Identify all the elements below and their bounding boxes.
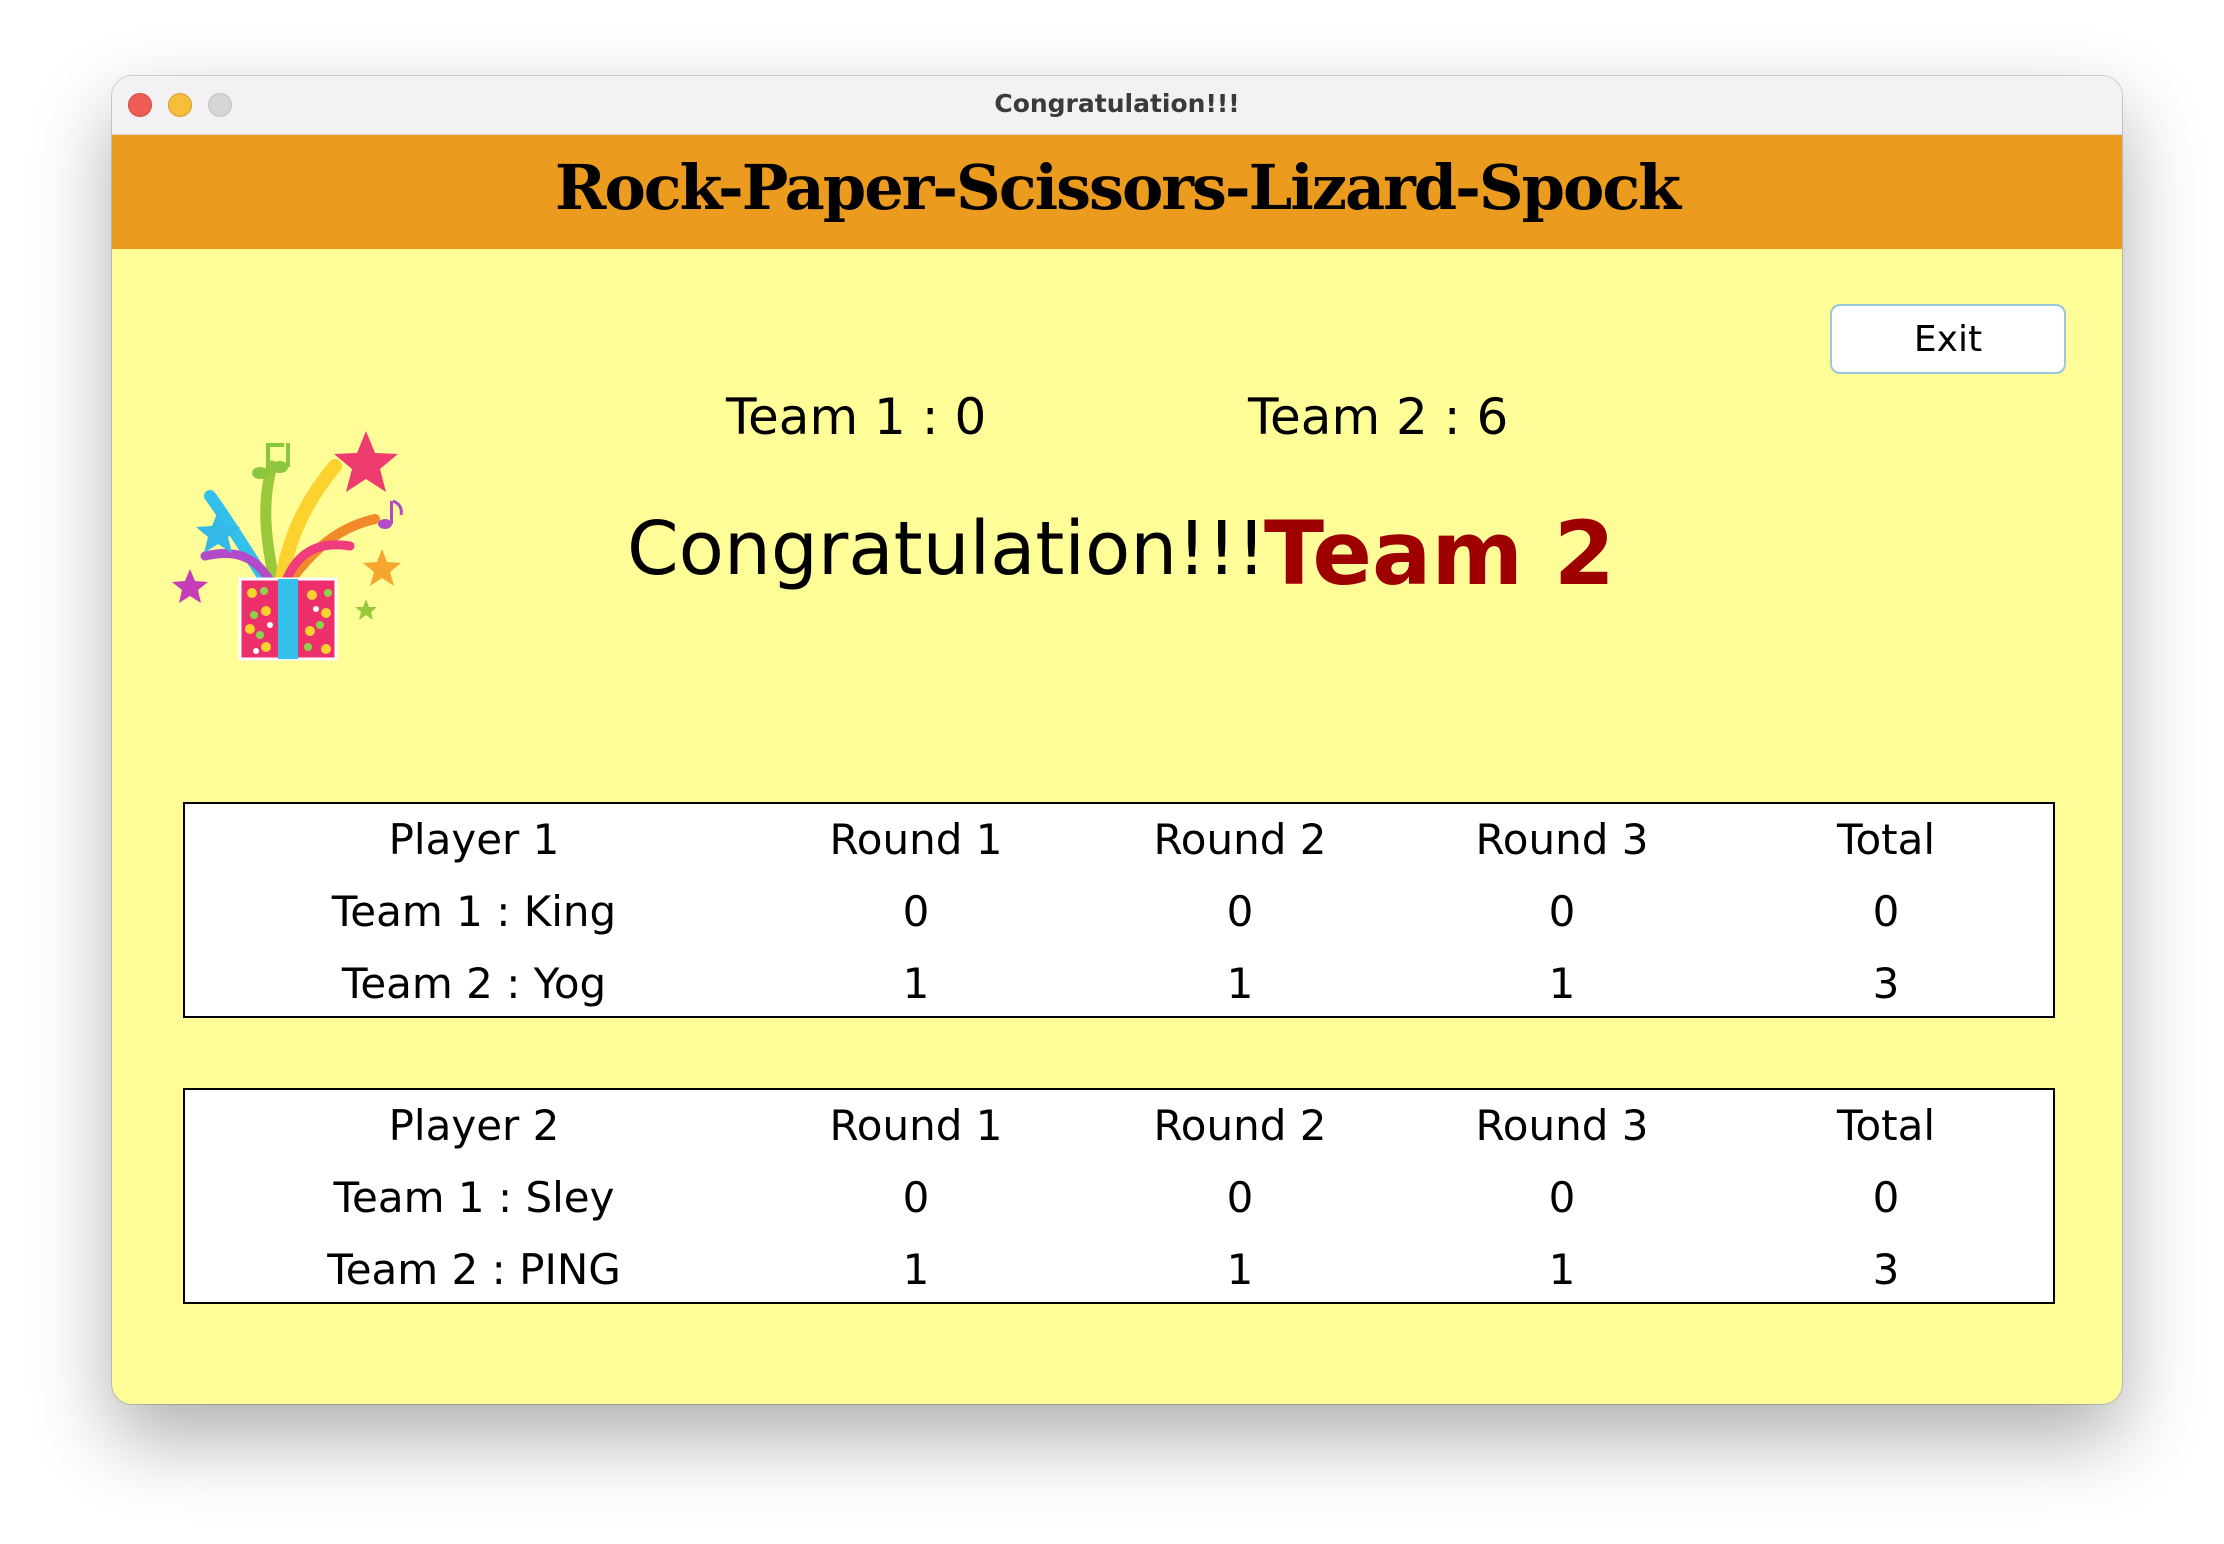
round-score-cell: 0 xyxy=(1548,887,1576,936)
winner-team-text: Team 2 xyxy=(1264,502,1615,605)
congratulation-text: Congratulation!!! xyxy=(627,506,1267,592)
column-header: Round 1 xyxy=(829,815,1003,864)
round-score-cell: 0 xyxy=(902,887,930,936)
table-header-row: Player 2 Round 1 Round 2 Round 3 Total xyxy=(185,1090,2053,1162)
round-score-cell: 1 xyxy=(902,1245,930,1294)
column-header: Player 2 xyxy=(388,1101,560,1150)
column-header: Total xyxy=(1836,1101,1936,1150)
table-row: Team 1 : King 0 0 0 0 xyxy=(185,876,2053,948)
round-score-cell: 0 xyxy=(1548,1173,1576,1222)
app-header: Rock-Paper-Scissors-Lizard-Spock xyxy=(112,135,2122,249)
exit-button[interactable]: Exit xyxy=(1830,304,2066,374)
table-header-row: Player 1 Round 1 Round 2 Round 3 Total xyxy=(185,804,2053,876)
column-header: Player 1 xyxy=(388,815,560,864)
app-window: Congratulation!!! Rock-Paper-Scissors-Li… xyxy=(112,76,2122,1404)
round-score-cell: 1 xyxy=(1548,959,1576,1008)
table-row: Team 2 : Yog 1 1 1 3 xyxy=(185,948,2053,1020)
gift-box-celebration-icon xyxy=(172,431,403,661)
total-score-cell: 0 xyxy=(1872,887,1900,936)
round-score-cell: 1 xyxy=(1226,959,1254,1008)
round-score-cell: 0 xyxy=(1226,887,1254,936)
round-score-cell: 0 xyxy=(902,1173,930,1222)
column-header: Round 3 xyxy=(1475,815,1649,864)
round-score-cell: 1 xyxy=(1548,1245,1576,1294)
round-score-cell: 1 xyxy=(1226,1245,1254,1294)
player-name-cell: Team 1 : King xyxy=(331,887,617,936)
player-name-cell: Team 2 : PING xyxy=(327,1245,621,1294)
column-header: Round 2 xyxy=(1153,815,1327,864)
player-name-cell: Team 1 : Sley xyxy=(333,1173,615,1222)
column-header: Round 1 xyxy=(829,1101,1003,1150)
total-score-cell: 3 xyxy=(1872,959,1900,1008)
round-score-cell: 0 xyxy=(1226,1173,1254,1222)
team2-score: Team 2 : 6 xyxy=(1248,388,1509,446)
round-score-cell: 1 xyxy=(902,959,930,1008)
column-header: Round 3 xyxy=(1475,1101,1649,1150)
app-title: Rock-Paper-Scissors-Lizard-Spock xyxy=(554,151,1681,224)
table-row: Team 1 : Sley 0 0 0 0 xyxy=(185,1162,2053,1234)
table-row: Team 2 : PING 1 1 1 3 xyxy=(185,1234,2053,1306)
column-header: Round 2 xyxy=(1153,1101,1327,1150)
player-name-cell: Team 2 : Yog xyxy=(341,959,607,1008)
window-title: Congratulation!!! xyxy=(994,89,1240,118)
window-titlebar: Congratulation!!! xyxy=(112,76,2122,135)
column-header: Total xyxy=(1836,815,1936,864)
player2-score-table: Player 2 Round 1 Round 2 Round 3 Total T… xyxy=(183,1088,2055,1304)
total-score-cell: 3 xyxy=(1872,1245,1900,1294)
player1-score-table: Player 1 Round 1 Round 2 Round 3 Total T… xyxy=(183,802,2055,1018)
total-score-cell: 0 xyxy=(1872,1173,1900,1222)
team1-score: Team 1 : 0 xyxy=(726,388,987,446)
